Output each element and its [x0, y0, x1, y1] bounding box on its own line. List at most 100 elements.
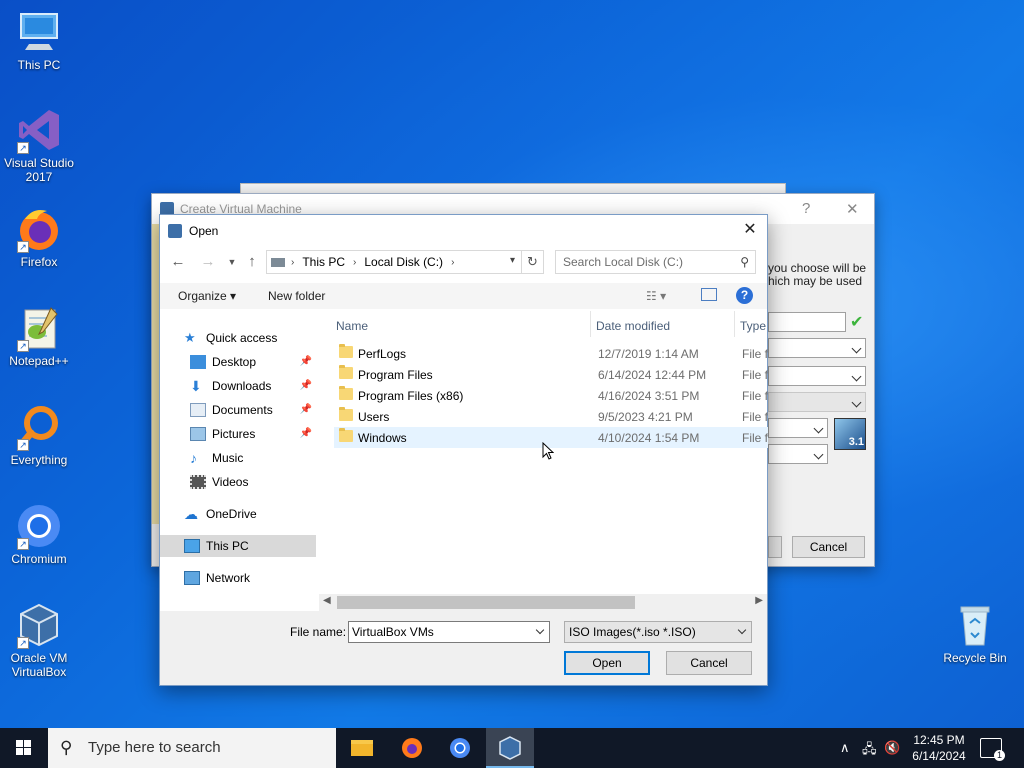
column-header-date[interactable]: Date modified — [596, 319, 670, 333]
notification-center-button[interactable]: 1 — [980, 738, 1005, 761]
iso-combo[interactable] — [768, 366, 866, 386]
taskbar-file-explorer[interactable] — [338, 728, 386, 768]
nav-quick-access[interactable]: ★ Quick access — [184, 327, 314, 349]
nav-network[interactable]: Network — [184, 567, 314, 589]
search-input[interactable]: Search Local Disk (C:) ⚲ — [555, 250, 756, 274]
open-button[interactable]: Open — [564, 651, 650, 675]
nav-videos[interactable]: Videos — [190, 471, 316, 493]
volume-muted-icon[interactable]: 🔇 — [884, 740, 900, 756]
nav-this-pc[interactable]: This PC — [160, 535, 316, 557]
visual-studio-icon: ↗ — [15, 106, 63, 154]
folder-combo[interactable] — [768, 338, 866, 358]
nav-desktop[interactable]: Desktop 📌 — [190, 351, 316, 373]
organize-button[interactable]: Organize ▾ — [178, 289, 236, 303]
taskbar: ⚲ Type here to search ∧ 🖧 🔇 12:45 PM 6/1… — [0, 728, 1024, 768]
up-arrow-icon[interactable]: ↑ — [242, 252, 262, 272]
desktop-icon-firefox[interactable]: ↗ Firefox — [0, 205, 78, 269]
nav-downloads[interactable]: ⬇ Downloads 📌 — [190, 375, 316, 397]
type-combo[interactable] — [768, 418, 828, 438]
new-folder-button[interactable]: New folder — [268, 289, 325, 303]
nav-music[interactable]: ♪ Music — [190, 447, 316, 469]
folder-icon — [339, 428, 353, 442]
taskbar-chromium[interactable] — [436, 728, 484, 768]
desktop-icon-this-pc[interactable]: This PC — [0, 8, 78, 72]
virtualbox-icon — [168, 223, 182, 238]
desktop-icon-notepadpp[interactable]: ↗ Notepad++ — [0, 304, 78, 368]
scroll-left-icon[interactable]: ◀ — [323, 595, 331, 606]
nav-pictures[interactable]: Pictures 📌 — [190, 423, 316, 445]
pin-icon[interactable]: 📌 — [300, 351, 312, 373]
cancel-button[interactable]: Cancel — [792, 536, 865, 558]
desktop-icon-everything[interactable]: ↗ Everything — [0, 403, 78, 467]
version-badge: 3.1 — [848, 436, 864, 448]
refresh-icon[interactable]: ↻ — [522, 250, 544, 274]
close-button[interactable]: ✕ — [739, 219, 761, 241]
preview-pane-icon[interactable] — [701, 288, 717, 301]
cancel-button[interactable]: Cancel — [666, 651, 752, 675]
file-row-program-files-x86[interactable]: Program Files (x86) 4/16/2024 3:51 PM Fi… — [334, 385, 768, 406]
pictures-icon — [190, 427, 206, 441]
help-icon[interactable]: ? — [736, 287, 753, 304]
dialog-footer: File name: VirtualBox VMs ISO Images(*.i… — [160, 611, 767, 685]
help-button[interactable]: ? — [802, 200, 810, 217]
file-name-label: File name: — [290, 625, 347, 639]
column-header-type[interactable]: Type — [740, 319, 766, 333]
file-row-perflogs[interactable]: PerfLogs 12/7/2019 1:14 AM File fo — [334, 343, 768, 364]
chromium-icon — [450, 738, 470, 758]
taskbar-search-input[interactable]: ⚲ Type here to search — [48, 728, 336, 768]
vm-name-field[interactable] — [768, 312, 846, 332]
search-placeholder: Search Local Disk (C:) — [563, 255, 684, 269]
file-name: PerfLogs — [358, 347, 407, 361]
file-name: Users — [358, 410, 390, 424]
file-date: 6/14/2024 12:44 PM — [598, 368, 707, 382]
file-row-users[interactable]: Users 9/5/2023 4:21 PM File fo — [334, 406, 768, 427]
wizard-description: you choose will be hich may be used — [768, 261, 867, 288]
pin-icon[interactable]: 📌 — [300, 423, 312, 445]
file-row-program-files[interactable]: Program Files 6/14/2024 12:44 PM File fo — [334, 364, 768, 385]
view-options-icon[interactable]: ☷ ▾ — [646, 289, 666, 303]
column-header-name[interactable]: Name — [336, 319, 368, 333]
download-arrow-icon: ⬇ — [190, 378, 202, 394]
firefox-icon: ↗ — [15, 205, 63, 253]
network-icon[interactable]: 🖧 — [862, 740, 877, 762]
breadcrumb-this-pc[interactable]: This PC — [302, 255, 345, 269]
file-name-input[interactable]: VirtualBox VMs — [348, 621, 550, 643]
pin-icon[interactable]: 📌 — [300, 399, 312, 421]
address-bar[interactable]: › This PC › Local Disk (C:) › ▾ — [266, 250, 522, 274]
pin-icon[interactable]: 📌 — [300, 375, 312, 397]
column-divider[interactable] — [590, 311, 591, 337]
column-divider[interactable] — [734, 311, 735, 337]
nav-documents[interactable]: Documents 📌 — [190, 399, 316, 421]
horizontal-scrollbar[interactable]: ◀ ▶ — [319, 594, 767, 611]
desktop-icon-chromium[interactable]: ↗ Chromium — [0, 502, 78, 566]
file-date: 9/5/2023 4:21 PM — [598, 410, 693, 424]
file-type-filter[interactable]: ISO Images(*.iso *.ISO) — [564, 621, 752, 643]
desktop-icon-recycle-bin[interactable]: Recycle Bin — [936, 601, 1014, 665]
virtualbox-icon — [499, 736, 521, 760]
taskbar-firefox[interactable] — [388, 728, 436, 768]
taskbar-clock[interactable]: 12:45 PM 6/14/2024 — [906, 732, 972, 764]
chevron-right-icon: › — [291, 256, 295, 268]
chevron-down-icon[interactable]: ▾ — [510, 255, 515, 266]
mouse-cursor-icon — [542, 441, 555, 463]
finish-button[interactable] — [768, 536, 782, 558]
desktop-icon-visual-studio[interactable]: ↗ Visual Studio 2017 — [0, 106, 78, 184]
cloud-icon: ☁ — [184, 506, 198, 522]
start-button[interactable] — [0, 728, 48, 768]
file-date: 4/10/2024 1:54 PM — [598, 431, 700, 445]
close-button[interactable]: ✕ — [846, 200, 859, 218]
star-icon: ★ — [184, 330, 196, 345]
version-combo[interactable] — [768, 444, 828, 464]
back-arrow-icon[interactable]: ← — [168, 252, 188, 272]
chevron-up-icon[interactable]: ∧ — [840, 740, 850, 756]
nav-onedrive[interactable]: ☁ OneDrive — [184, 503, 314, 525]
breadcrumb-local-disk[interactable]: Local Disk (C:) — [364, 255, 443, 269]
computer-icon — [184, 539, 200, 553]
recent-locations-icon[interactable]: ▼ — [222, 252, 242, 272]
desktop-icon-virtualbox[interactable]: ↗ Oracle VM VirtualBox — [0, 601, 78, 679]
file-date: 4/16/2024 3:51 PM — [598, 389, 700, 403]
taskbar-virtualbox[interactable] — [486, 728, 534, 768]
scroll-right-icon[interactable]: ▶ — [755, 595, 763, 606]
scrollbar-thumb[interactable] — [337, 596, 635, 609]
search-icon: ⚲ — [60, 738, 73, 757]
